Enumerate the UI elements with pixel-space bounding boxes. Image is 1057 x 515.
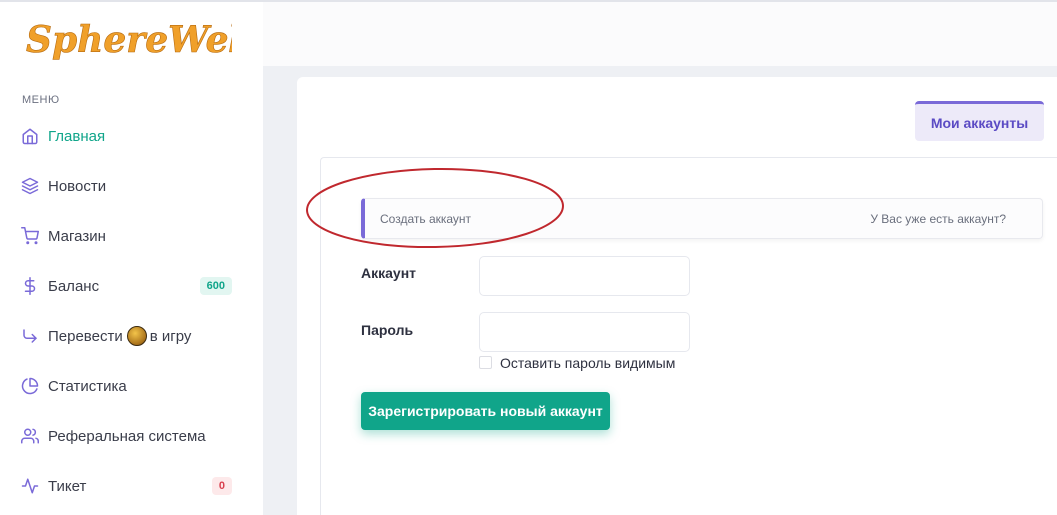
sidebar-item-label-suffix: в игру: [149, 327, 192, 345]
sidebar-item-label: Тикет: [48, 477, 87, 495]
my-accounts-button[interactable]: Мои аккаунты: [915, 101, 1044, 141]
header-bar: [263, 2, 1057, 66]
sidebar-item-statistics[interactable]: Статистика: [20, 371, 240, 401]
coin-icon: [126, 326, 147, 346]
menu-label: МЕНЮ: [22, 94, 60, 106]
sphereweb-logo[interactable]: SphereWeb: [22, 8, 232, 68]
activity-icon: [20, 476, 40, 496]
show-password-checkbox[interactable]: [479, 356, 492, 369]
cart-icon: [20, 226, 40, 246]
sidebar-item-ticket[interactable]: Тикет 0: [20, 471, 240, 501]
ticket-badge: 0: [211, 477, 232, 495]
balance-badge: 600: [199, 277, 232, 295]
sidebar-item-label: Новости: [48, 177, 107, 195]
sidebar-item-label: Перевести: [48, 327, 123, 345]
arrow-down-right-icon: [20, 326, 40, 346]
sidebar-item-referral[interactable]: Реферальная система: [20, 421, 240, 451]
show-password-label: Оставить пароль видимым: [500, 355, 676, 371]
dollar-icon: [20, 276, 40, 296]
register-account-button[interactable]: Зарегистрировать новый аккаунт: [361, 392, 610, 430]
sidebar: SphereWeb МЕНЮ Главная Новости Магазин Б…: [0, 2, 263, 515]
sidebar-item-label: Реферальная система: [48, 427, 206, 445]
account-label: Аккаунт: [361, 265, 417, 281]
layers-icon: [20, 176, 40, 196]
sidebar-item-transfer[interactable]: Перевести в игру: [20, 321, 240, 351]
pie-chart-icon: [20, 376, 40, 396]
sidebar-item-label: Статистика: [48, 377, 127, 395]
sidebar-item-label: Магазин: [48, 227, 106, 245]
sidebar-item-shop[interactable]: Магазин: [20, 221, 240, 251]
sidebar-item-news[interactable]: Новости: [20, 171, 240, 201]
home-icon: [20, 126, 40, 146]
sidebar-item-label: Главная: [48, 127, 106, 145]
create-account-tab[interactable]: Создать аккаунт: [380, 212, 471, 226]
sidebar-item-balance[interactable]: Баланс 600: [20, 271, 240, 301]
account-input[interactable]: [479, 256, 690, 296]
existing-account-link[interactable]: У Вас уже есть аккаунт?: [870, 212, 1006, 226]
password-input[interactable]: [479, 312, 690, 352]
account-mode-switch: Создать аккаунт У Вас уже есть аккаунт?: [361, 198, 1043, 239]
sidebar-item-home[interactable]: Главная: [20, 121, 240, 151]
logo-text: SphereWeb: [26, 19, 232, 61]
users-icon: [20, 426, 40, 446]
password-label: Пароль: [361, 322, 414, 338]
sidebar-item-label: Баланс: [48, 277, 100, 295]
